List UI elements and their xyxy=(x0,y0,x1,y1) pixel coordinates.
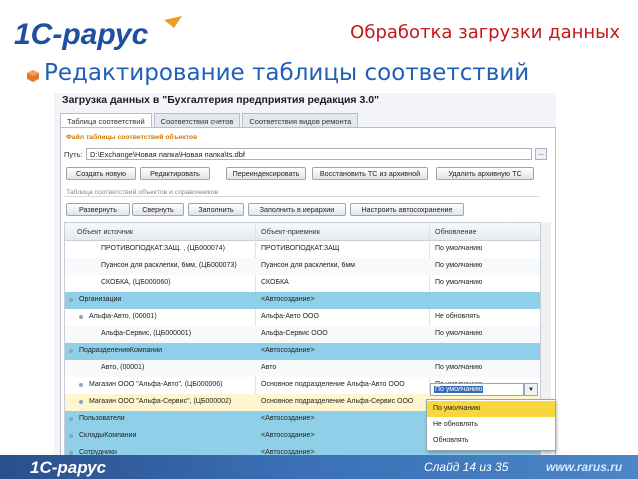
cell-update: По умолчанию xyxy=(435,245,483,252)
table-row[interactable]: Альфа-Сервис, (ЦБ000001) Альфа-Сервис ООО… xyxy=(65,326,541,343)
reindex-button[interactable]: Переиндексировать xyxy=(226,167,306,180)
table-row[interactable]: СКОБКА, (ЦБ000060) СКОБКА По умолчанию xyxy=(65,275,541,292)
dropdown-option[interactable]: Не обновлять xyxy=(427,417,555,433)
cell-update: По умолчанию xyxy=(435,279,483,286)
path-label: Путь: xyxy=(64,150,83,159)
delete-archive-button[interactable]: Удалить архивную ТС xyxy=(436,167,534,180)
table-row[interactable]: Пуансон для расклепки, 6мм, (ЦБ000073) Пу… xyxy=(65,258,541,275)
tree-node-icon[interactable] xyxy=(79,315,83,319)
cell-target: <Автосоздание> xyxy=(261,432,315,439)
cube-bullet-icon xyxy=(26,69,40,83)
cell-source: Магазин ООО "Альфа-Сервис", (ЦБ000002) xyxy=(89,398,232,405)
chevron-down-icon[interactable]: ▼ xyxy=(524,383,538,396)
cell-source: Пользователи xyxy=(79,415,125,422)
cell-target: Альфа-Авто ООО xyxy=(261,313,319,320)
dropdown-option[interactable]: Обновлять xyxy=(427,433,555,449)
update-mode-value: По умолчанию xyxy=(434,386,484,393)
cell-source: Альфа-Авто, (00001) xyxy=(89,313,157,320)
cell-target: <Автосоздание> xyxy=(261,415,315,422)
table-row[interactable]: ПРОТИВОПОДКАТ.ЗАЩ. , (ЦБ000074) ПРОТИВОПО… xyxy=(65,241,541,258)
table-row[interactable]: Авто, (00001) Авто По умолчанию xyxy=(65,360,541,377)
create-new-button[interactable]: Создать новую xyxy=(66,167,136,180)
cell-target: Основное подразделение Альфа-Сервис ООО xyxy=(261,398,414,405)
cell-update: По умолчанию xyxy=(435,364,483,371)
table-section-header: Таблица соответствий объектов и справочн… xyxy=(66,189,219,196)
collapse-button[interactable]: Свернуть xyxy=(132,203,184,216)
restore-from-archive-button[interactable]: Восстановить ТС из архивной xyxy=(312,167,428,180)
tree-node-icon[interactable] xyxy=(79,383,83,387)
column-header-source[interactable]: Объект источник xyxy=(77,227,133,236)
cell-target: СКОБКА xyxy=(261,279,289,286)
cell-update: Не обновлять xyxy=(435,313,480,320)
tab-bar: Таблица соответствий Соответствия счетов… xyxy=(60,113,360,128)
cell-source: Альфа-Сервис, (ЦБ000001) xyxy=(101,330,192,337)
tab-mapping-table[interactable]: Таблица соответствий xyxy=(60,113,152,128)
cell-target: Основное подразделение Альфа-Авто ООО xyxy=(261,381,405,388)
browse-button[interactable]: ... xyxy=(535,148,547,160)
cell-source: СКОБКА, (ЦБ000060) xyxy=(101,279,171,286)
dropdown-option[interactable]: По умолчанию xyxy=(427,401,555,417)
cell-source: СкладыКомпании xyxy=(79,432,137,439)
cell-source: ПодразделенияКомпании xyxy=(79,347,163,354)
section-title: Редактирование таблицы соответствий xyxy=(44,60,530,86)
footer-logo: 1С-рарус xyxy=(30,458,107,477)
cell-source: Пуансон для расклепки, 6мм, (ЦБ000073) xyxy=(101,262,237,269)
table-header: Объект источник Объект-приемник Обновлен… xyxy=(65,223,541,241)
table-group-row[interactable]: ПодразделенияКомпании <Автосоздание> xyxy=(65,343,541,360)
expand-button[interactable]: Развернуть xyxy=(66,203,130,216)
group-node-icon[interactable] xyxy=(69,349,73,353)
rarus-logo: 1С-рарус xyxy=(14,14,184,52)
tree-node-icon[interactable] xyxy=(79,400,83,404)
cell-target: <Автосоздание> xyxy=(261,347,315,354)
site-url[interactable]: www.rarus.ru xyxy=(546,460,622,474)
cell-source: ПРОТИВОПОДКАТ.ЗАЩ. , (ЦБ000074) xyxy=(101,245,225,252)
table-row[interactable]: Альфа-Авто, (00001) Альфа-Авто ООО Не обно… xyxy=(65,309,541,326)
edit-button[interactable]: Редактировать xyxy=(140,167,210,180)
tab-account-mapping[interactable]: Соответствия счетов xyxy=(153,113,241,128)
slide-number: Слайд 14 из 35 xyxy=(424,460,509,474)
cell-update: По умолчанию xyxy=(435,330,483,337)
path-input[interactable]: D:\Exchange\Новая папка\Новая папка\ts.d… xyxy=(86,148,532,160)
autosave-settings-button[interactable]: Настроить автосохранение xyxy=(350,203,464,216)
column-header-target[interactable]: Объект-приемник xyxy=(261,227,320,236)
window-title: Загрузка данных в "Бухгалтерия предприят… xyxy=(62,94,380,106)
fill-hierarchy-button[interactable]: Заполнить в иерархии xyxy=(248,203,346,216)
cell-source: Магазин ООО "Альфа-Авто", (ЦБ000006) xyxy=(89,381,223,388)
group-node-icon[interactable] xyxy=(69,417,73,421)
divider xyxy=(64,196,540,197)
cell-source: Авто, (00001) xyxy=(101,364,145,371)
cell-update: По умолчанию xyxy=(435,262,483,269)
slide-title: Обработка загрузки данных xyxy=(350,22,620,43)
fill-button[interactable]: Заполнить xyxy=(188,203,244,216)
column-header-update[interactable]: Обновление xyxy=(435,227,477,236)
cell-target: Авто xyxy=(261,364,277,371)
table-group-row[interactable]: Организации <Автосоздание> xyxy=(65,292,541,309)
svg-text:1С-рарус: 1С-рарус xyxy=(14,18,149,51)
tab-repair-type-mapping[interactable]: Соответствия видов ремонта xyxy=(242,113,359,128)
cell-source: Организации xyxy=(79,296,122,303)
update-mode-select[interactable]: По умолчанию xyxy=(430,383,524,396)
cell-target: Альфа-Сервис ООО xyxy=(261,330,328,337)
cell-target: <Автосоздание> xyxy=(261,296,315,303)
cell-target: Пуансон для расклепки, 6мм xyxy=(261,262,355,269)
cell-target: ПРОТИВОПОДКАТ.ЗАЩ xyxy=(261,245,340,252)
file-section-header: Файл таблицы соответствий объектов xyxy=(66,134,198,141)
update-mode-options: По умолчанию Не обновлять Обновлять xyxy=(426,399,556,451)
group-node-icon[interactable] xyxy=(69,298,73,302)
group-node-icon[interactable] xyxy=(69,434,73,438)
